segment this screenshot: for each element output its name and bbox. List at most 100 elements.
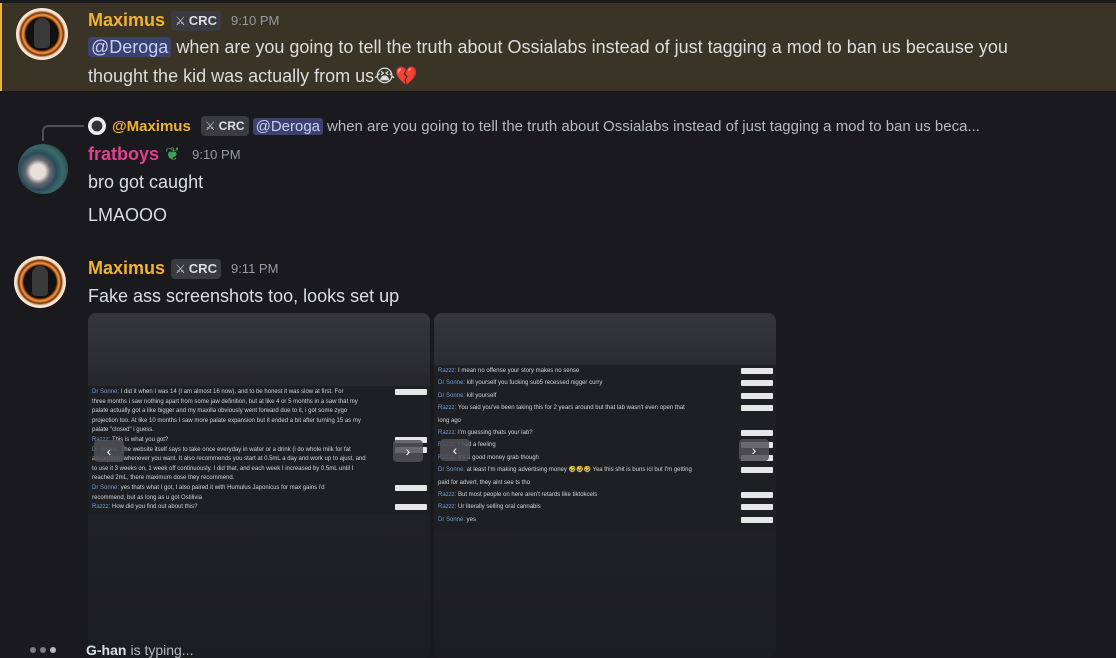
reply-connector: [42, 125, 84, 141]
screenshot-line: Razzz: This is what you got?: [88, 436, 392, 445]
message-header: Maximus ⚔ CRC 9:10 PM: [88, 10, 279, 31]
username[interactable]: Maximus: [88, 258, 165, 279]
chevron-left-icon[interactable]: ‹: [440, 439, 470, 461]
typing-username: G-han: [86, 641, 127, 658]
emoji-crying-heartbreak[interactable]: 😭💔: [374, 66, 417, 86]
screenshot-author: Razzz:: [438, 504, 457, 511]
screenshot-line: Dr Sonne: yes: [434, 516, 738, 525]
message-text-line2: thought the kid was actually from us: [88, 66, 375, 86]
screenshot-line: Dr Sonne: at least I'm making advertisin…: [434, 466, 738, 475]
screenshot-sidebar-item: [741, 467, 773, 474]
message[interactable]: fratboys ❦ 9:10 PM bro got caught LMAOOO: [0, 140, 1116, 240]
screenshot-author: Razzz:: [438, 492, 457, 498]
screenshot-line: Dr Sonne: kill yourself you fucking sub5…: [434, 379, 738, 388]
screenshot-author: Razzz:: [438, 405, 457, 412]
reply-preview[interactable]: @Maximus ⚔ CRC @Deroga when are you going…: [88, 115, 980, 137]
screenshot-line: Razzz: It's a good money grab though: [434, 454, 738, 463]
clan-tag[interactable]: ⚔ CRC: [171, 10, 221, 31]
user-mention[interactable]: @Deroga: [88, 37, 172, 57]
screenshot-text: I'm guessing thats your lab?: [456, 430, 533, 436]
screenshot-line: recommend, but as long as u got Ostilivi…: [88, 494, 392, 503]
avatar[interactable]: [18, 144, 68, 194]
chat-view: Maximus ⚔ CRC 9:10 PM @Deroga when are yo…: [0, 0, 1116, 658]
screenshot-text: to use it 3 weeks on, 1 week off continu…: [92, 465, 354, 472]
reply-mention[interactable]: @Deroga: [252, 117, 324, 135]
screenshot-text: yes: [465, 516, 477, 523]
screenshot-line: Razzz: I'm guessing thats your lab?: [434, 429, 738, 438]
screenshot-content: Razzz: I mean no offense your story make…: [434, 365, 776, 533]
message-content: @Deroga when are you going to tell the t…: [88, 33, 1098, 91]
clover-heart-icon: ❦: [165, 144, 181, 164]
screenshot-line: Dr Sonne: kill yourself: [434, 392, 738, 401]
screenshot-sidebar-item: [741, 392, 773, 399]
avatar[interactable]: [16, 8, 68, 60]
screenshot-sidebar-item: [395, 389, 427, 395]
screenshot-sidebar-item: [741, 492, 773, 498]
screenshot-line: three months i saw nothing apart from so…: [88, 398, 392, 407]
screenshot-sidebar-item: [395, 485, 427, 491]
message-highlighted[interactable]: Maximus ⚔ CRC 9:10 PM @Deroga when are yo…: [0, 3, 1116, 91]
screenshot-line: projection too. At like 10 months I saw …: [88, 417, 392, 426]
image-attachment-1[interactable]: Dr Sonne: I did it when I was 14 (I am a…: [88, 313, 430, 658]
screenshot-line: Razzz: Ur literally selling oral cannabi…: [434, 503, 738, 512]
screenshot-text: reached 2mL, there maximum dose they rec…: [92, 475, 235, 482]
image-attachment-2[interactable]: Razzz: I mean no offense your story make…: [434, 313, 776, 658]
reply-username[interactable]: @Maximus: [112, 118, 191, 135]
clan-tag[interactable]: ⚔ CRC: [171, 258, 221, 279]
screenshot-line: long ago: [434, 417, 738, 426]
screenshot-line: Razzz: How did you find out about this?: [88, 503, 392, 512]
screenshot-text: kill yourself you fucking sub5 recessed …: [465, 380, 603, 387]
screenshot-author: Dr Sonne:: [438, 392, 466, 399]
screenshot-text: at least I'm making advertising money 🤣🤣…: [465, 467, 692, 474]
chevron-right-icon[interactable]: ›: [393, 440, 423, 462]
screenshot-line: paid for advert, they aint see ts tho: [434, 479, 738, 488]
message-header: Maximus ⚔ CRC 9:11 PM: [88, 258, 278, 279]
reply-text: when are you going to tell the truth abo…: [327, 117, 980, 135]
screenshot-sidebar-item: [741, 405, 773, 412]
screenshot-text: yes thats what I got, I also paired it w…: [119, 485, 325, 491]
screenshot-text: But most people on here aren't retards l…: [456, 492, 598, 498]
sword-icon: ⚔: [175, 13, 186, 28]
reply-clan-tag: ⚔ CRC: [200, 116, 249, 136]
avatar[interactable]: [14, 256, 66, 308]
screenshot-sidebar-item: [741, 430, 773, 436]
screenshot-text: paid for advert, they aint see ts tho: [438, 479, 531, 486]
message-line: bro got caught: [88, 172, 204, 192]
chevron-left-icon[interactable]: ‹: [94, 440, 124, 462]
screenshot-line: palate actually got a like bigger and my…: [88, 407, 392, 416]
typing-dots-icon: [30, 646, 56, 653]
sword-icon: ⚔: [204, 119, 216, 133]
screenshot-content: Dr Sonne: I did it when I was 14 (I am a…: [88, 386, 430, 514]
sword-icon: ⚔: [175, 261, 186, 276]
screenshot-line: absorption) whenever you want. It also r…: [88, 455, 392, 464]
screenshot-sidebar-item: [741, 368, 773, 374]
screenshot-line: Razzz: You said you've been taking this …: [434, 404, 738, 413]
screenshot-text: I did it when I was 14 (I am almost 16 n…: [119, 389, 344, 395]
screenshot-text: Ur literally selling oral cannabis: [456, 504, 541, 511]
screenshot-line: Dr Sonne: I did it when I was 14 (I am a…: [88, 388, 392, 397]
screenshot-text: absorption) whenever you want. It also r…: [92, 456, 366, 463]
screenshot-line: to use it 3 weeks on, 1 week off continu…: [88, 465, 392, 474]
screenshot-text: palate actually got a like bigger and my…: [92, 408, 348, 415]
message-line: LMAOOO: [88, 205, 168, 225]
screenshot-line: Razzz: But most people on here aren't re…: [434, 491, 738, 500]
screenshot-text: recommend, but as long as u got Ostilivi…: [92, 494, 203, 501]
screenshot-text: palate "closed" i guess.: [92, 427, 154, 434]
message-header: fratboys ❦ 9:10 PM: [88, 144, 241, 165]
username[interactable]: Maximus: [88, 10, 165, 31]
screenshot-line: palate "closed" i guess.: [88, 426, 392, 435]
chevron-right-icon[interactable]: ›: [739, 439, 769, 461]
screenshot-author: Razzz:: [92, 504, 111, 511]
screenshot-line: Dr Sonne: The website itself says to tak…: [88, 446, 392, 455]
screenshot-sidebar-item: [741, 504, 773, 511]
screenshot-author: Razzz:: [438, 368, 457, 374]
message-content: bro got caught LMAOOO: [88, 168, 203, 230]
screenshot-author: Dr Sonne:: [438, 516, 466, 523]
timestamp: 9:11 PM: [230, 261, 279, 276]
screenshot-author: Dr Sonne:: [92, 485, 120, 491]
screenshot-text: kill yourself: [465, 392, 497, 399]
timestamp: 9:10 PM: [230, 13, 280, 28]
screenshot-author: Dr Sonne:: [438, 467, 466, 474]
typing-indicator: G-han is typing...: [30, 641, 193, 658]
username[interactable]: fratboys: [88, 144, 159, 165]
